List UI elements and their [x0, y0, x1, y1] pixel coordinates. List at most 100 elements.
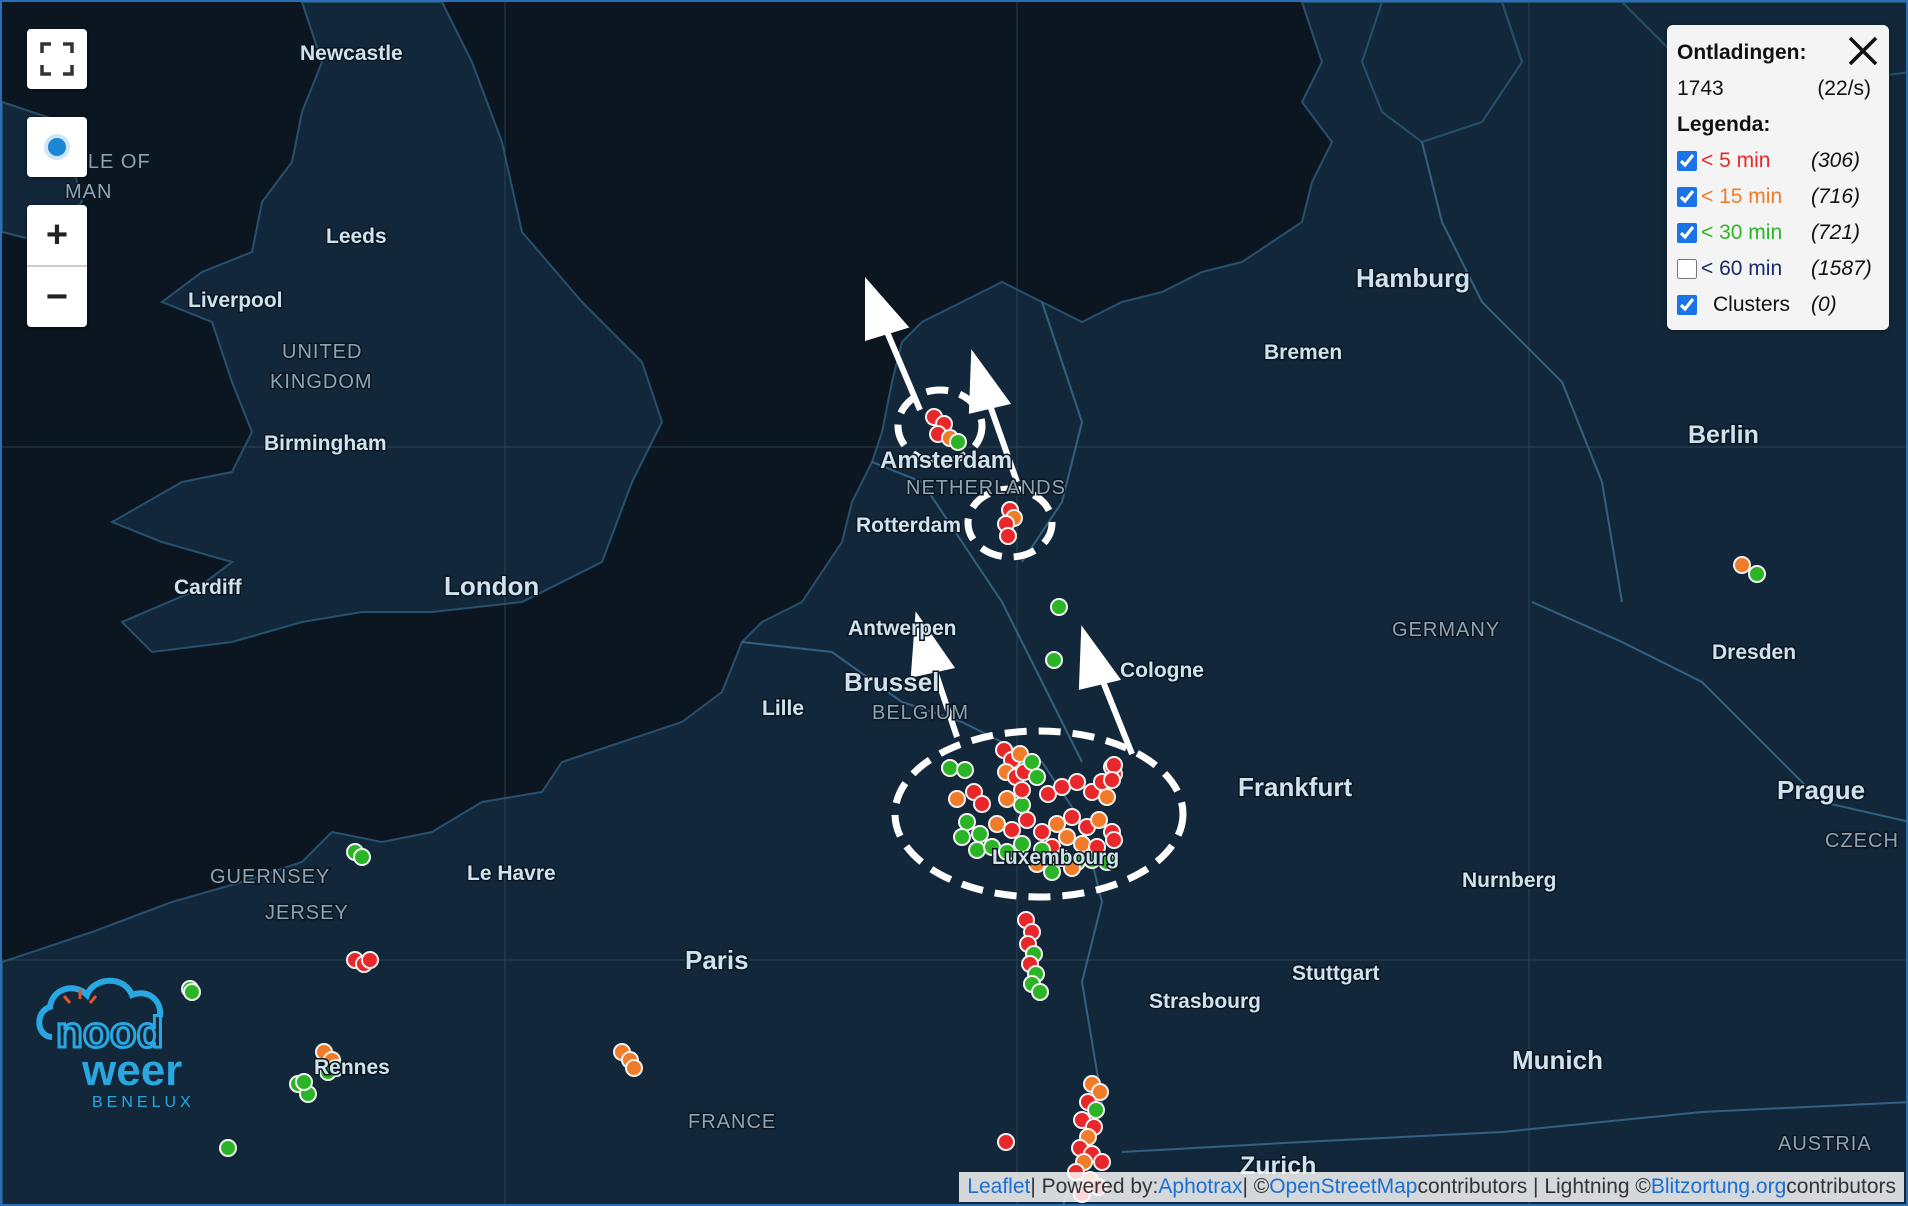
legend-item-count: (721) [1811, 221, 1861, 244]
strike-marker[interactable] [956, 761, 974, 779]
legend-item-count: (0) [1811, 293, 1837, 316]
strike-marker[interactable] [999, 527, 1017, 545]
country-label: MAN [65, 181, 112, 203]
city-label: Rotterdam [856, 514, 961, 537]
legend-item-60min: < 60 min (1587) [1677, 251, 1879, 287]
legend-item-label: < 5 min [1701, 149, 1771, 172]
blitzortung-link[interactable]: Blitzortung.org [1651, 1175, 1786, 1199]
legend-panel: Ontladingen: 1743 (22/s) Legenda: < 5 mi… [1667, 25, 1889, 330]
strike-marker[interactable] [941, 759, 959, 777]
city-label: Le Havre [467, 862, 556, 885]
strike-marker[interactable] [1003, 821, 1021, 839]
strike-marker[interactable] [1018, 811, 1036, 829]
fullscreen-icon [40, 42, 74, 76]
strike-marker[interactable] [219, 1139, 237, 1157]
legenda-heading: Legenda: [1677, 113, 1771, 136]
city-label: Birmingham [264, 432, 387, 455]
strike-marker[interactable] [353, 848, 371, 866]
strike-marker[interactable] [998, 790, 1016, 808]
strike-marker[interactable] [1031, 983, 1049, 1001]
strike-marker[interactable] [1087, 1101, 1105, 1119]
strike-marker[interactable] [625, 1059, 643, 1077]
close-icon[interactable] [1845, 33, 1881, 69]
legend-item-5min: < 5 min (306) [1677, 143, 1879, 179]
strike-marker[interactable] [1098, 788, 1116, 806]
legend-title: Ontladingen: [1677, 41, 1807, 64]
attribution-text: contributors | Lightning © [1417, 1175, 1651, 1198]
checkbox-clusters[interactable] [1677, 295, 1697, 315]
zoom-out-button[interactable]: − [27, 265, 87, 327]
city-label: Dresden [1712, 641, 1796, 664]
country-label: GUERNSEY [210, 866, 330, 888]
strike-marker[interactable] [1733, 556, 1751, 574]
legend-item-clusters: Clusters (0) [1677, 287, 1879, 323]
map-canvas[interactable]: Newcastle Leeds Liverpool Birmingham Cardiff… [0, 0, 1908, 1206]
strike-marker[interactable] [1023, 753, 1041, 771]
strike-marker[interactable] [1045, 651, 1063, 669]
country-label: FRANCE [688, 1111, 776, 1133]
city-label: Berlin [1688, 421, 1759, 449]
strike-marker[interactable] [971, 825, 989, 843]
city-label: Prague [1777, 775, 1865, 805]
city-label: Antwerpen [848, 617, 957, 640]
legend-item-15min: < 15 min (716) [1677, 179, 1879, 215]
strike-marker[interactable] [1033, 823, 1051, 841]
city-label: Lille [762, 697, 804, 720]
logo-text-weer: weer [81, 1046, 182, 1095]
legend-item-count: (306) [1811, 149, 1861, 172]
city-label: London [444, 571, 539, 601]
city-label: Hamburg [1356, 263, 1470, 293]
legend-item-count: (1587) [1811, 257, 1872, 280]
country-label: AUSTRIA [1778, 1133, 1872, 1155]
city-label: Newcastle [300, 42, 403, 65]
legend-item-count: (716) [1811, 185, 1861, 208]
strike-marker[interactable] [1058, 828, 1076, 846]
strike-marker[interactable] [968, 841, 986, 859]
city-label: Cardiff [174, 576, 243, 599]
attribution-text: | © [1242, 1175, 1270, 1198]
checkbox-60min[interactable] [1677, 259, 1697, 279]
strike-marker[interactable] [1013, 796, 1031, 814]
strike-marker[interactable] [1028, 768, 1046, 786]
strike-marker[interactable] [1053, 778, 1071, 796]
strike-marker[interactable] [1105, 756, 1123, 774]
city-label: Brussel [844, 667, 939, 697]
strike-marker[interactable] [1748, 565, 1766, 583]
strike-marker[interactable] [1093, 1153, 1111, 1171]
city-label: Amsterdam [880, 447, 1012, 474]
strike-marker[interactable] [295, 1073, 313, 1091]
openstreetmap-link[interactable]: OpenStreetMap [1269, 1175, 1417, 1199]
strike-marker[interactable] [1050, 598, 1068, 616]
country-label: NETHERLANDS [906, 477, 1066, 499]
strike-marker[interactable] [1103, 771, 1121, 789]
legend-item-label: Clusters [1713, 293, 1791, 316]
discharge-count: 1743 [1677, 77, 1724, 100]
strike-marker[interactable] [958, 813, 976, 831]
strike-marker[interactable] [1090, 811, 1108, 829]
country-label: JERSEY [265, 902, 349, 924]
checkbox-15min[interactable] [1677, 187, 1697, 207]
checkbox-30min[interactable] [1677, 223, 1697, 243]
strike-marker[interactable] [948, 790, 966, 808]
attribution-bar: Leaflet | Powered by: Aphotrax | © OpenS… [959, 1172, 1904, 1202]
strike-marker[interactable] [1013, 781, 1031, 799]
strike-marker[interactable] [997, 1133, 1015, 1151]
leaflet-link[interactable]: Leaflet [967, 1175, 1030, 1199]
strike-marker[interactable] [1068, 773, 1086, 791]
zoom-in-button[interactable]: + [27, 205, 87, 265]
city-label: Strasbourg [1149, 990, 1261, 1013]
checkbox-5min[interactable] [1677, 151, 1697, 171]
zoom-control: + − [27, 205, 87, 327]
country-label: KINGDOM [270, 371, 373, 393]
strike-marker[interactable] [973, 795, 991, 813]
strike-marker[interactable] [953, 828, 971, 846]
strike-marker[interactable] [988, 815, 1006, 833]
strike-marker[interactable] [1063, 808, 1081, 826]
aphotrax-link[interactable]: Aphotrax [1158, 1175, 1242, 1199]
country-label: CZECH [1825, 830, 1899, 852]
locate-button[interactable] [27, 117, 87, 177]
strike-marker[interactable] [361, 951, 379, 969]
city-label: Nurnberg [1462, 869, 1557, 892]
fullscreen-button[interactable] [27, 29, 87, 89]
city-label: Bremen [1264, 341, 1342, 364]
